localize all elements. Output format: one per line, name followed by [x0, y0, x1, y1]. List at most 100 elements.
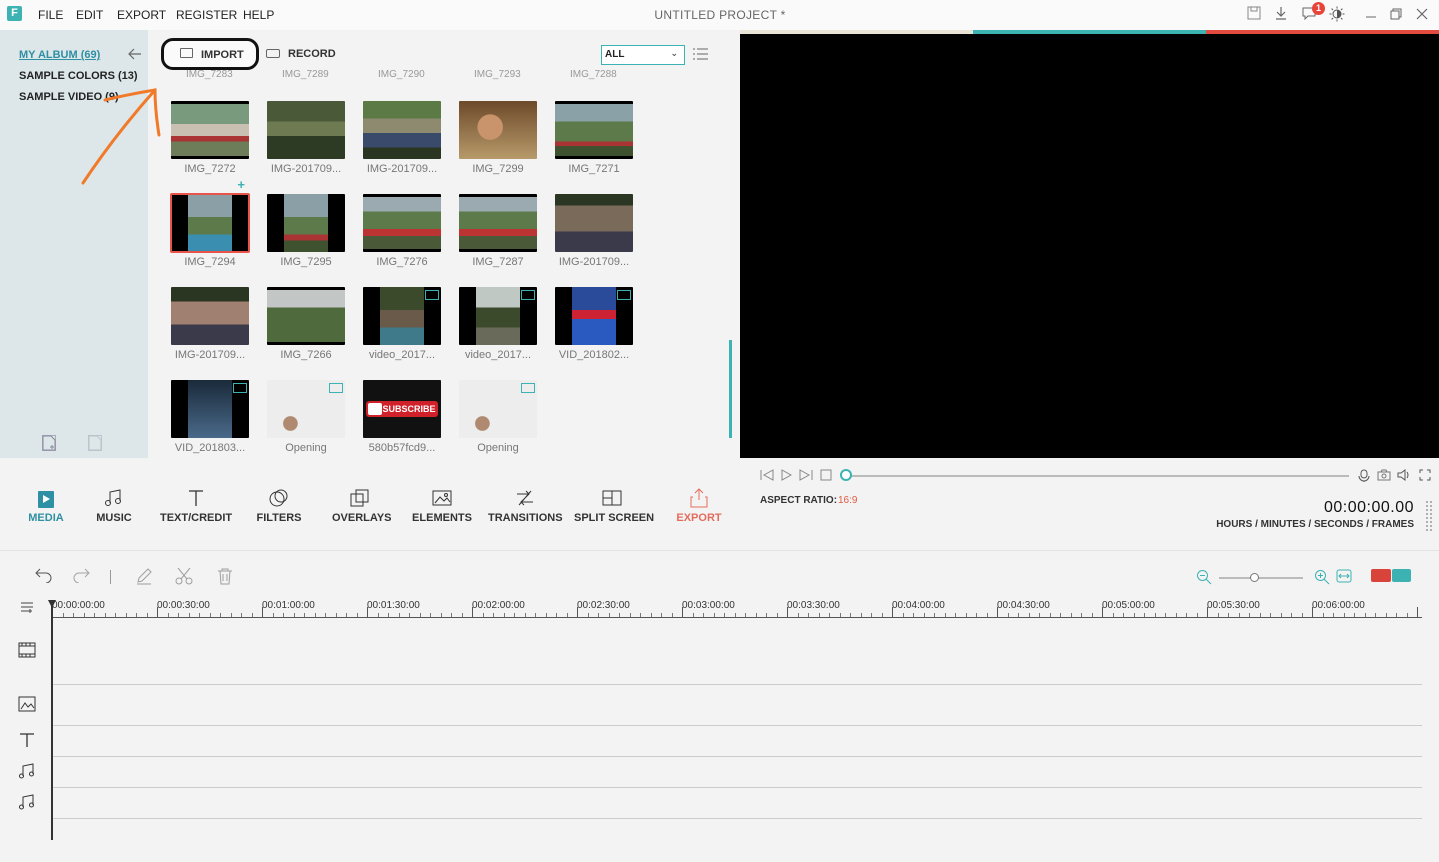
- media-caption: IMG_7272: [184, 163, 236, 175]
- import-button[interactable]: IMPORT: [161, 38, 259, 70]
- timeline-panel: [0, 550, 1439, 862]
- playhead[interactable]: [48, 600, 56, 840]
- ruler-tick: [1049, 613, 1051, 617]
- album-item-my-album[interactable]: MY ALBUM (69): [19, 49, 100, 61]
- tab-text-credit[interactable]: TEXT/CREDIT: [160, 488, 232, 524]
- aspect-ratio-value[interactable]: 16:9: [838, 495, 857, 506]
- trash-icon[interactable]: [216, 567, 234, 590]
- tab-media[interactable]: MEDIA: [26, 488, 66, 524]
- redo-icon[interactable]: [72, 567, 90, 588]
- zoom-in-icon[interactable]: [1314, 569, 1330, 588]
- snapshot-icon[interactable]: [1377, 469, 1391, 484]
- ruler-tick: [629, 613, 631, 617]
- ruler-tick: [598, 613, 599, 617]
- ruler-tick: [346, 613, 347, 617]
- undo-icon[interactable]: [35, 567, 53, 588]
- album-item-sample-colors[interactable]: SAMPLE COLORS (13): [19, 70, 138, 82]
- tab-label: TRANSITIONS: [488, 512, 563, 524]
- tab-overlays[interactable]: OVERLAYS: [332, 488, 392, 524]
- menu-edit[interactable]: EDIT: [76, 8, 103, 22]
- ruler-tick: [1259, 613, 1261, 617]
- tab-transitions[interactable]: TRANSITIONS: [488, 488, 563, 524]
- resize-grip[interactable]: [1425, 500, 1433, 532]
- preview-player[interactable]: [740, 34, 1439, 458]
- track-divider: [52, 818, 1422, 819]
- video-badge-icon: [233, 383, 247, 393]
- media-caption: IMG_7295: [280, 256, 332, 268]
- tab-export[interactable]: EXPORT: [676, 488, 722, 524]
- ruler-tick: [1081, 613, 1082, 617]
- ruler-tick: [377, 613, 379, 617]
- collapse-arrow-icon[interactable]: [128, 47, 142, 64]
- ruler-tick: [283, 613, 284, 617]
- tab-filters[interactable]: FILTERS: [256, 488, 302, 524]
- playback-progress-knob[interactable]: [840, 469, 852, 481]
- next-frame-icon[interactable]: [799, 469, 813, 484]
- ruler-tick: [535, 613, 536, 617]
- media-caption: IMG_7287: [472, 256, 524, 268]
- ruler-tick: [1196, 613, 1198, 617]
- ruler-tick: [797, 613, 799, 617]
- tab-split-screen[interactable]: SPLIT SCREEN: [574, 488, 654, 524]
- tab-elements[interactable]: ELEMENTS: [412, 488, 472, 524]
- album-item-sample-video[interactable]: SAMPLE VIDEO (9): [19, 91, 119, 103]
- ruler-tick: [997, 607, 998, 617]
- track-settings-icon[interactable]: [17, 600, 37, 618]
- ruler-tick: [125, 613, 127, 617]
- scissors-icon[interactable]: [175, 567, 193, 590]
- zoom-slider-track[interactable]: [1219, 577, 1303, 579]
- media-filter-select[interactable]: ALL ⌄: [601, 45, 685, 65]
- volume-icon[interactable]: [1397, 469, 1411, 484]
- timeline-ruler[interactable]: 00:00:00:00 00:00:30:00 00:01:00:00 00:01:3…: [52, 598, 1422, 618]
- ruler-tick: [209, 613, 211, 617]
- add-folder-icon[interactable]: [42, 435, 56, 451]
- ruler-tick: [881, 613, 883, 617]
- marker-button[interactable]: [1371, 569, 1391, 582]
- zoom-out-icon[interactable]: [1196, 569, 1212, 588]
- previous-frame-icon[interactable]: [760, 469, 774, 484]
- app-logo: F: [7, 6, 22, 21]
- ruler-tick: [83, 613, 85, 617]
- minimize-icon[interactable]: [1362, 6, 1380, 24]
- download-icon[interactable]: [1272, 6, 1290, 24]
- ruler-tick: [1375, 613, 1376, 617]
- snap-button[interactable]: [1392, 569, 1411, 582]
- ruler-tick: [556, 613, 557, 617]
- partial-caption: IMG_7290: [378, 69, 425, 80]
- close-icon[interactable]: [1413, 6, 1431, 24]
- edit-pencil-icon[interactable]: [135, 567, 153, 590]
- add-to-timeline-icon[interactable]: +: [237, 177, 245, 192]
- ruler-tick: [409, 613, 410, 617]
- media-caption: Opening: [477, 442, 519, 454]
- ruler-tick: [1228, 613, 1229, 617]
- remove-folder-icon[interactable]: [88, 435, 102, 451]
- image-track-icon: [17, 696, 37, 716]
- partial-caption: IMG_7283: [186, 69, 233, 80]
- menu-file[interactable]: FILE: [38, 8, 63, 22]
- music-icon: [94, 488, 134, 510]
- fullscreen-icon[interactable]: [1419, 469, 1431, 484]
- ruler-tick: [640, 613, 641, 617]
- ruler-tick: [1007, 613, 1009, 617]
- menu-help[interactable]: HELP: [243, 8, 274, 22]
- brightness-icon[interactable]: [1328, 6, 1346, 24]
- list-view-icon[interactable]: [693, 47, 709, 61]
- stop-icon[interactable]: [820, 469, 832, 484]
- save-icon[interactable]: [1245, 6, 1263, 24]
- toolbar-divider: [110, 570, 111, 584]
- media-caption: IMG_7276: [376, 256, 428, 268]
- tab-music[interactable]: MUSIC: [94, 488, 134, 524]
- ruler-tick: [724, 613, 725, 617]
- menu-export[interactable]: EXPORT: [117, 8, 166, 22]
- media-thumbnail: [555, 194, 633, 252]
- ruler-tick: [1018, 613, 1019, 617]
- play-icon[interactable]: [780, 469, 793, 484]
- restore-icon[interactable]: [1387, 6, 1405, 24]
- playback-progress-track[interactable]: [847, 475, 1349, 477]
- zoom-slider-knob[interactable]: [1250, 573, 1259, 582]
- microphone-icon[interactable]: [1358, 469, 1370, 486]
- folder-icon: [180, 48, 193, 58]
- menu-register[interactable]: REGISTER: [176, 8, 237, 22]
- fit-timeline-icon[interactable]: [1336, 569, 1352, 586]
- media-scrollbar[interactable]: [729, 340, 732, 438]
